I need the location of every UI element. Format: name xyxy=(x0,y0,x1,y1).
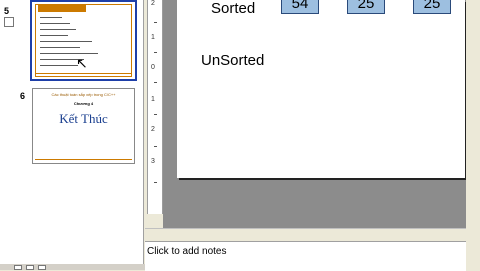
ruler-number: 1 xyxy=(151,34,155,41)
slide-thumbnail-title: Kết Thúc xyxy=(59,111,108,126)
thumbnail-text-line xyxy=(40,41,92,42)
thumbnail-text-line xyxy=(40,53,98,54)
thumbnail-text-line xyxy=(40,47,80,48)
ruler-number: 1 xyxy=(151,96,155,103)
array-cell[interactable]: 25 xyxy=(347,0,385,14)
slide-thumbnail-footer xyxy=(35,73,132,74)
normal-view-icon[interactable] xyxy=(14,265,22,270)
slide-number: 6 xyxy=(20,91,26,101)
slide-thumbnail-footer xyxy=(35,159,132,160)
slide-canvas[interactable]: Sorted 54 25 25 UnSorted xyxy=(177,0,465,178)
ruler-number: 2 xyxy=(151,0,155,7)
thumbnail-text-line xyxy=(40,17,62,18)
slide-sorter-view-icon[interactable] xyxy=(26,265,34,270)
slide-thumbnail-5[interactable]: ↖ xyxy=(30,0,137,81)
ruler-tick xyxy=(154,82,157,83)
slide-thumbnail-header: Các thuật toán sắp xếp trong C/C++ xyxy=(51,92,116,97)
notes-pane[interactable]: Click to add notes xyxy=(145,241,466,271)
ruler-number: 3 xyxy=(151,158,155,165)
ruler-tick xyxy=(154,146,157,147)
thumbnail-text-line xyxy=(40,23,70,24)
thumbnail-text-line xyxy=(40,35,68,36)
sorted-label: Sorted xyxy=(211,0,256,17)
horizontal-scrollbar[interactable] xyxy=(145,228,466,241)
slide-number: 5 xyxy=(4,6,10,16)
animation-icon xyxy=(4,17,14,27)
vertical-ruler: 2 1 0 1 2 3 xyxy=(147,0,163,214)
slide-thumbnail-title xyxy=(38,5,86,12)
thumbnail-text-line xyxy=(40,65,78,66)
notes-placeholder[interactable]: Click to add notes xyxy=(147,246,227,257)
ruler-number: 0 xyxy=(151,64,155,71)
array-cell[interactable]: 54 xyxy=(281,0,319,14)
vertical-scrollbar[interactable] xyxy=(466,0,480,228)
ruler-number: 2 xyxy=(151,126,155,133)
ruler-tick xyxy=(154,22,157,23)
ruler-tick xyxy=(154,182,157,183)
mouse-cursor-icon: ↖ xyxy=(76,55,88,71)
ruler-tick xyxy=(154,114,157,115)
view-buttons-bar xyxy=(0,264,145,270)
slideshow-view-icon[interactable] xyxy=(38,265,46,270)
slide-thumbnail-6[interactable]: Các thuật toán sắp xếp trong C/C++ Chươn… xyxy=(32,88,135,164)
slide-thumbnail-subtitle: Chương 4 xyxy=(73,101,94,106)
ruler-tick xyxy=(154,52,157,53)
unsorted-label: UnSorted xyxy=(201,52,265,69)
thumbnail-text-line xyxy=(40,29,76,30)
array-cell[interactable]: 25 xyxy=(413,0,451,14)
slides-thumbnail-pane: 5 ↖ 6 Các thuật toán sắp xếp trong C/C++… xyxy=(0,0,144,264)
